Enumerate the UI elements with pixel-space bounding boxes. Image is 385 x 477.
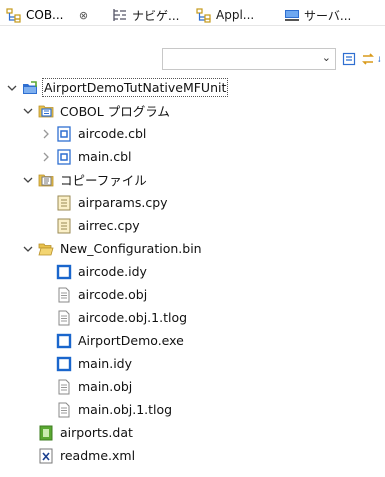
cobol-file-icon: [57, 148, 71, 165]
tree-item-label: main.idy: [78, 356, 133, 371]
servers-icon: [285, 10, 299, 21]
tree-item-label: readme.xml: [60, 448, 136, 463]
tree-item-cobol-programs[interactable]: COBOL プログラム: [22, 99, 170, 122]
tree-item-label: main.obj: [78, 379, 133, 394]
tab-navigator[interactable]: ナビゲ...: [112, 5, 179, 25]
tree-item-label: airparams.cpy: [78, 195, 168, 210]
tree-item-label: aircode.cbl: [78, 126, 147, 141]
tree-item-airports-dat[interactable]: airports.dat: [38, 421, 133, 444]
cobol-file-icon: [57, 125, 71, 142]
project-icon: [23, 80, 37, 94]
navigator-icon: [113, 9, 126, 21]
chevron-down-icon[interactable]: [22, 174, 34, 186]
tree-item-aircode-obj-tlog[interactable]: aircode.obj.1.tlog: [56, 306, 187, 329]
tree-item-new-configuration-bin[interactable]: New_Configuration.bin: [22, 237, 202, 260]
chevron-down-icon[interactable]: ⌄: [322, 51, 331, 64]
tree-item-label: New_Configuration.bin: [60, 241, 202, 256]
chevron-right-icon[interactable]: [40, 151, 52, 163]
filter-combo[interactable]: ⌄: [162, 48, 336, 70]
cobol-programs-folder-icon: [38, 105, 54, 117]
tree-item-label: aircode.obj.1.tlog: [78, 310, 188, 325]
text-file-icon: [58, 402, 70, 417]
open-folder-icon: [38, 243, 54, 255]
tab-cobol-explorer[interactable]: COB... ⊗: [6, 5, 90, 25]
tab-label: COB...: [26, 8, 64, 22]
close-tab-icon[interactable]: ⊗: [78, 9, 90, 22]
tree-item-aircode-obj[interactable]: aircode.obj: [56, 283, 147, 306]
tab-label: ナビゲ...: [132, 8, 180, 23]
data-file-icon: [39, 425, 53, 440]
tree-item-label: airports.dat: [60, 425, 133, 440]
tree-item-label: AirportDemoTutNativeMFUnit: [41, 78, 229, 97]
blue-square-icon: [56, 333, 72, 348]
copybook-file-icon: [57, 195, 71, 210]
tree-item-label: main.cbl: [78, 149, 132, 164]
collapse-all-button[interactable]: [340, 50, 358, 68]
link-with-editor-icon: [362, 53, 374, 65]
chevron-right-icon[interactable]: [40, 128, 52, 140]
tree-item-aircode-cbl[interactable]: aircode.cbl: [40, 122, 146, 145]
tree-item-main-cbl[interactable]: main.cbl: [40, 145, 132, 168]
application-explorer-icon: [196, 8, 211, 23]
tree-item-label: aircode.obj: [78, 287, 148, 302]
text-file-icon: [58, 379, 70, 394]
tree-item-label: AirportDemo.exe: [78, 333, 184, 348]
view-tab-bar: COB... ⊗ ナビゲ... Appl... サーバ...: [0, 0, 385, 26]
blue-square-icon: [56, 264, 72, 279]
tree-item-airportdemo-exe[interactable]: AirportDemo.exe: [56, 329, 184, 352]
tree-item-main-idy[interactable]: main.idy: [56, 352, 132, 375]
tree-item-airparams-cpy[interactable]: airparams.cpy: [56, 191, 168, 214]
chevron-down-icon[interactable]: [6, 82, 18, 94]
tree-item-readme-xml[interactable]: readme.xml: [38, 444, 135, 467]
cobol-explorer-icon: [6, 8, 21, 23]
copybook-folder-icon: [38, 174, 54, 186]
collapse-all-icon: [342, 52, 356, 66]
blue-square-icon: [56, 356, 72, 371]
link-with-editor-button[interactable]: [359, 50, 377, 68]
text-file-icon: [58, 310, 70, 325]
chevron-down-icon[interactable]: [22, 243, 34, 255]
tree-item-label: コピーファイル: [60, 173, 147, 188]
tree-item-label: airrec.cpy: [78, 218, 140, 233]
tree-item-main-obj[interactable]: main.obj: [56, 375, 132, 398]
tree-item-copybooks[interactable]: コピーファイル: [22, 168, 147, 191]
tab-label: Appl...: [216, 8, 255, 22]
sort-icon: [378, 56, 381, 63]
sort-button[interactable]: [378, 50, 385, 68]
tree-item-label: COBOL プログラム: [60, 104, 170, 119]
text-file-icon: [58, 287, 70, 302]
tab-application[interactable]: Appl...: [196, 5, 254, 25]
tree-item-label: aircode.idy: [78, 264, 147, 279]
copybook-file-icon: [57, 218, 71, 233]
view-toolbar: ⌄: [0, 48, 385, 74]
tab-servers[interactable]: サーバ...: [284, 5, 351, 25]
tree-item-aircode-idy[interactable]: aircode.idy: [56, 260, 147, 283]
tree-item-main-obj-tlog[interactable]: main.obj.1.tlog: [56, 398, 172, 421]
tree-item-label: main.obj.1.tlog: [78, 402, 173, 417]
tree-item-airrec-cpy[interactable]: airrec.cpy: [56, 214, 140, 237]
chevron-down-icon[interactable]: [22, 105, 34, 117]
xml-file-icon: [39, 448, 53, 463]
tree-item-project[interactable]: AirportDemoTutNativeMFUnit: [6, 76, 229, 99]
tab-label: サーバ...: [304, 8, 352, 23]
